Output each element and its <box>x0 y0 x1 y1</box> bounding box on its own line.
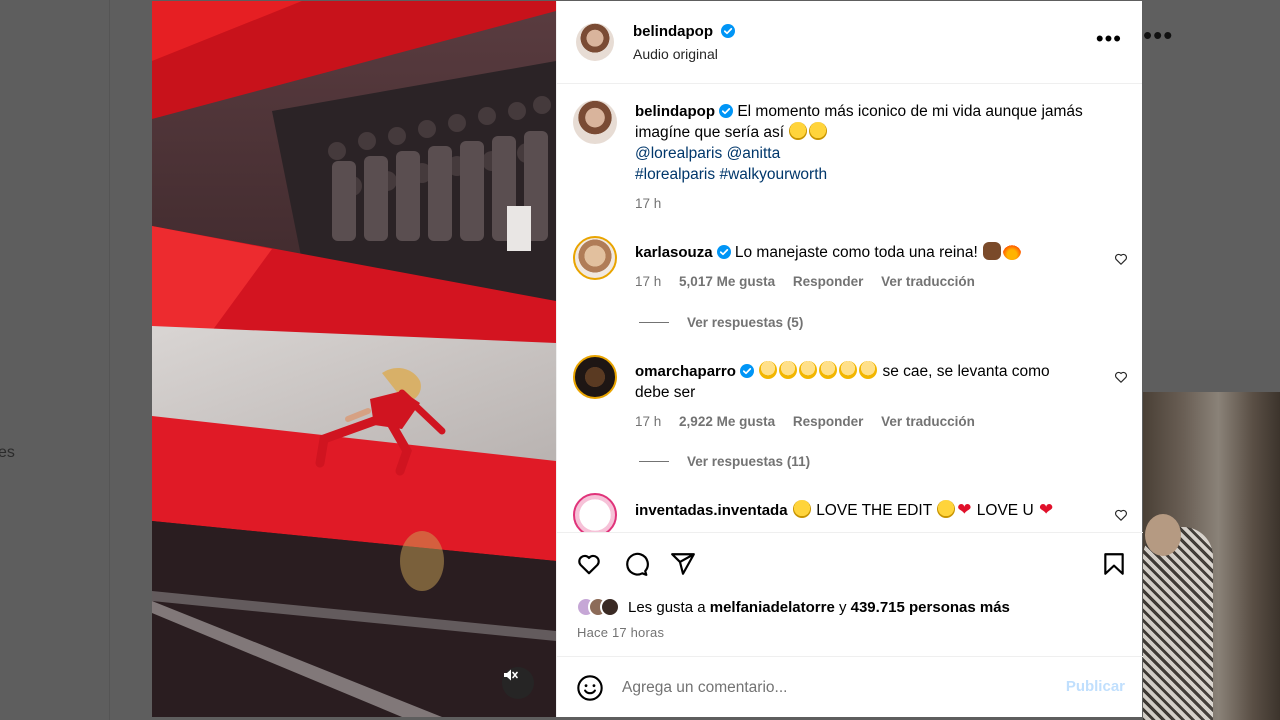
background-photo <box>1143 392 1280 720</box>
likes-text: Les gusta a melfaniadelatorre y 439.715 … <box>628 599 1010 616</box>
muted-speaker-icon <box>504 669 518 681</box>
comment-icon[interactable] <box>623 551 649 577</box>
screaming-emoji-icon <box>759 361 778 379</box>
comment-like-heart-icon[interactable] <box>1114 252 1128 266</box>
comment-body: omarchaparro se cae, se levanta como deb… <box>635 361 1105 432</box>
rofl-emoji-icon <box>789 122 808 140</box>
caption-username[interactable]: belindapop <box>635 103 715 120</box>
screaming-emoji-icon <box>819 361 838 379</box>
comment-text-2: LOVE U <box>976 502 1034 519</box>
comment-likes[interactable]: 5,017 Me gusta <box>679 274 775 289</box>
comment-text: Lo manejaste como toda una reina! <box>734 244 978 261</box>
translate-button[interactable]: Ver traducción <box>881 274 975 289</box>
caption-body: belindapop El momento más iconico de mi … <box>635 101 1105 214</box>
comment-body: karlasouza Lo manejaste como toda una re… <box>635 242 1105 292</box>
comment-body: inventadas.inventada LOVE THE EDIT ❤ LOV… <box>635 499 1105 521</box>
likes-connector: y <box>838 598 847 616</box>
verified-badge-icon <box>716 245 731 259</box>
view-replies-label: Ver respuestas (5) <box>687 315 804 330</box>
add-comment-bar: Publicar <box>557 658 1143 717</box>
view-replies-button[interactable]: Ver respuestas (11) <box>639 454 810 469</box>
hashtag-link[interactable]: #walkyourworth <box>719 166 827 183</box>
likes-row: Les gusta a melfaniadelatorre y 439.715 … <box>576 597 1010 617</box>
mute-button[interactable] <box>502 667 534 699</box>
screaming-emoji-icon <box>839 361 858 379</box>
liker-avatar <box>600 597 620 617</box>
reply-button[interactable]: Responder <box>793 274 864 289</box>
comment-text: se cae, se levanta como <box>882 363 1050 380</box>
view-replies-label: Ver respuestas (11) <box>687 454 811 469</box>
caption-meta: 17 h <box>635 193 1105 214</box>
background-more-icon: ••• <box>1143 20 1174 50</box>
comment-time[interactable]: 17 h <box>635 414 661 429</box>
commenter-avatar[interactable] <box>573 493 617 532</box>
hashtag-link[interactable]: #lorealparis <box>635 166 715 183</box>
post-video[interactable] <box>152 1 556 717</box>
mention-link[interactable]: @anitta <box>727 145 781 162</box>
liked-by-others[interactable]: 439.715 personas más <box>851 599 1010 616</box>
comment-likes[interactable]: 2,922 Me gusta <box>679 414 775 429</box>
comment-like-heart-icon[interactable] <box>1114 370 1128 384</box>
replies-divider <box>639 322 669 323</box>
post-time[interactable]: Hace 17 horas <box>577 625 664 640</box>
verified-badge-icon <box>719 104 733 118</box>
fist-emoji-icon <box>983 242 1002 260</box>
likes-prefix: Les gusta a <box>628 598 706 616</box>
comments-list: belindapop El momento más iconico de mi … <box>557 85 1143 532</box>
comment-text-line2: debe ser <box>635 384 696 401</box>
post-header: belindapop Audio original ••• <box>557 1 1142 84</box>
red-heart-emoji-icon: ❤ <box>1038 500 1054 519</box>
caption-text-line1: El momento más iconico de mi vida aunque… <box>737 103 1083 120</box>
background-nav-text: es <box>0 444 15 461</box>
more-options-icon[interactable]: ••• <box>1096 27 1122 51</box>
verified-badge-icon <box>721 24 736 38</box>
background-left-nav <box>0 0 110 720</box>
audio-label[interactable]: Audio original <box>633 46 718 62</box>
red-heart-emoji-icon: ❤ <box>957 500 972 519</box>
heart-icon[interactable] <box>576 551 602 577</box>
background-person-dress <box>1143 527 1213 720</box>
background-person-head <box>1145 514 1181 556</box>
rofl-emoji-icon <box>809 122 828 140</box>
laughing-emoji-icon <box>792 500 811 518</box>
post-actions: Les gusta a melfaniadelatorre y 439.715 … <box>557 532 1143 657</box>
author-name-row: belindapop <box>633 23 736 41</box>
author-avatar[interactable] <box>576 23 614 61</box>
comment-text: LOVE THE EDIT <box>816 502 932 519</box>
comment-time[interactable]: 17 h <box>635 274 661 289</box>
publish-button[interactable]: Publicar <box>1066 678 1125 695</box>
post-modal: belindapop Audio original ••• belindapop… <box>152 1 1143 717</box>
liked-by-user[interactable]: melfaniadelatorre <box>710 599 835 616</box>
comment-input[interactable] <box>622 675 1042 701</box>
comment-like-heart-icon[interactable] <box>1114 508 1128 522</box>
comment-meta: 17 h 5,017 Me gusta Responder Ver traduc… <box>635 271 1105 292</box>
post-side-panel: belindapop Audio original ••• belindapop… <box>556 1 1143 717</box>
bookmark-icon[interactable] <box>1101 551 1127 577</box>
mention-link[interactable]: @lorealparis <box>635 145 722 162</box>
comment-username[interactable]: inventadas.inventada <box>635 502 788 519</box>
commenter-avatar[interactable] <box>573 355 617 399</box>
emoji-icon[interactable] <box>576 674 604 702</box>
laughing-emoji-icon <box>937 500 956 518</box>
comment-meta: 17 h 2,922 Me gusta Responder Ver traduc… <box>635 411 1105 432</box>
fire-emoji-icon <box>1003 242 1022 260</box>
send-icon[interactable] <box>670 551 696 577</box>
caption-text-line2: imagíne que sería así <box>635 124 785 141</box>
screaming-emoji-icon <box>799 361 818 379</box>
screaming-emoji-icon <box>779 361 798 379</box>
verified-badge-icon <box>739 364 754 378</box>
video-frame <box>152 1 556 717</box>
caption-time[interactable]: 17 h <box>635 196 661 211</box>
caption-avatar[interactable] <box>573 100 617 144</box>
replies-divider <box>639 461 669 462</box>
screaming-emoji-icon <box>859 361 878 379</box>
comment-username[interactable]: omarchaparro <box>635 363 736 380</box>
comment-username[interactable]: karlasouza <box>635 244 713 261</box>
commenter-avatar[interactable] <box>573 236 617 280</box>
reply-button[interactable]: Responder <box>793 414 864 429</box>
view-replies-button[interactable]: Ver respuestas (5) <box>639 315 803 330</box>
author-username[interactable]: belindapop <box>633 23 713 40</box>
translate-button[interactable]: Ver traducción <box>881 414 975 429</box>
